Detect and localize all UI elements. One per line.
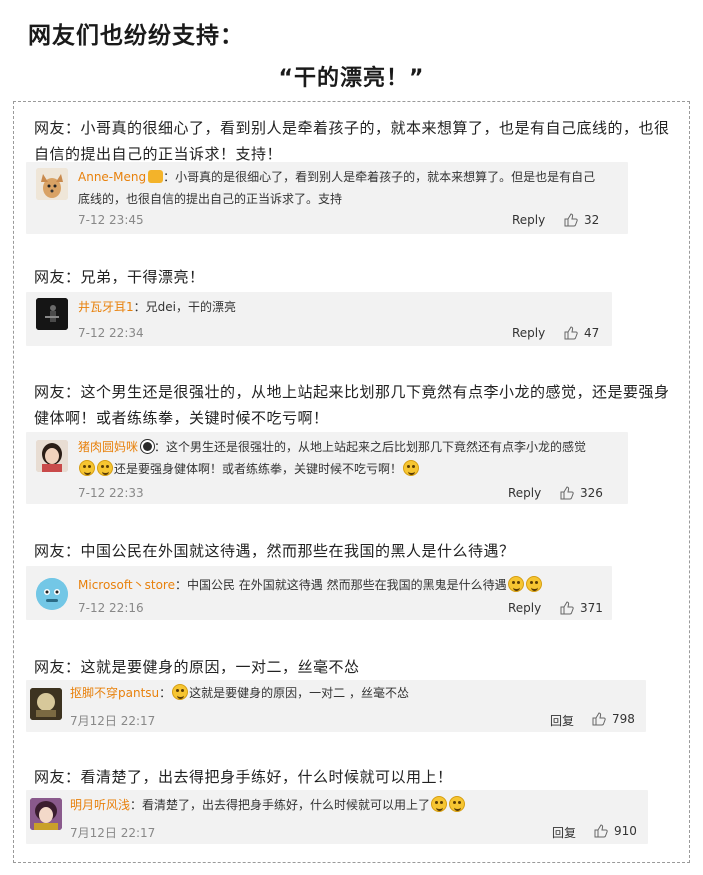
anime-avatar-icon: [30, 798, 62, 830]
shocked-emoji-icon: [449, 796, 466, 812]
username-link[interactable]: 猪肉圆妈咪: [78, 440, 138, 454]
member-badge-icon: [141, 440, 155, 453]
laugh-cry-emoji-icon: [79, 460, 95, 476]
shocked-emoji-icon: [431, 796, 448, 812]
like-button[interactable]: 47: [564, 326, 599, 340]
comment-date: 7-12 22:33: [78, 486, 144, 500]
weibo-comment-card-2: 井瓦牙耳1：兄dei，干的漂亮 7-12 22:34 Reply 47: [26, 292, 612, 346]
comment-text: ：小哥真的是很细心了，看到别人是牵着孩子的，就本来想算了。但是也是有自己: [163, 170, 596, 184]
page-heading: 网友们也纷纷支持：: [28, 23, 244, 49]
like-button[interactable]: 798: [592, 712, 635, 726]
comment-date: 7-12 22:16: [78, 601, 144, 615]
like-button[interactable]: 371: [560, 601, 603, 615]
avatar[interactable]: [30, 688, 62, 720]
reply-button[interactable]: Reply: [508, 486, 541, 500]
avatar[interactable]: [36, 168, 68, 200]
weibo-comment-card-6: 明月听风浅：看清楚了，出去得把身手练好，什么时候就可以用上了 7月12日 22:…: [26, 790, 648, 844]
girl-avatar-icon: [36, 440, 68, 472]
thumbs-up-icon: [564, 326, 578, 340]
comment-text: ：这个男生还是很强壮的，从地上站起来之后比划那几下竟然还有点李小龙的感觉: [154, 440, 587, 454]
comment-date: 7-12 23:45: [78, 213, 144, 227]
comments-frame: 网友：小哥真的很细心了，看到别人是牵着孩子的，就本来想算了，也是有自己底线的，也…: [13, 101, 690, 863]
username-link[interactable]: 抠脚不穿pantsu: [70, 686, 159, 700]
avatar[interactable]: [36, 298, 68, 330]
cartoon-avatar-icon: [30, 688, 62, 720]
weibo-comment-card-5: 抠脚不穿pantsu： 这就是要健身的原因，一对二 ，丝毫不怂 7月12日 22:…: [26, 680, 646, 732]
comment-date: 7月12日 22:17: [70, 826, 156, 840]
comment-date: 7-12 22:34: [78, 326, 144, 340]
weibo-comment-card-1: Anne-Meng ：小哥真的是很细心了，看到别人是牵着孩子的，就本来想算了。但是…: [26, 162, 628, 234]
comment-text: ：中国公民 在外国就这待遇 然而那些在我国的黑鬼是什么待遇: [174, 578, 507, 592]
like-button[interactable]: 326: [560, 486, 603, 500]
like-count: 32: [584, 213, 600, 227]
dog-avatar-icon: [36, 168, 68, 200]
like-button[interactable]: 32: [564, 213, 599, 227]
grin-emoji-icon: [403, 460, 420, 476]
reply-button[interactable]: 回复: [550, 712, 574, 729]
like-count: 371: [580, 601, 603, 615]
monster-avatar-icon: [36, 578, 68, 610]
netizen-comment-4: 网友：中国公民在外国就这待遇，然而那些在我国的黑人是什么待遇？: [34, 542, 515, 560]
netizen-comment-6: 网友：看清楚了，出去得把身手练好，什么时候就可以用上！: [34, 768, 453, 786]
thumbs-up-icon: [592, 712, 606, 726]
username-link[interactable]: 明月听风浅: [70, 798, 130, 812]
reply-button[interactable]: Reply: [512, 326, 545, 340]
netizen-comment-1: 网友：小哥真的很细心了，看到别人是牵着孩子的，就本来想算了，也是有自己底线的，也…: [34, 119, 670, 163]
reply-button[interactable]: Reply: [512, 213, 545, 227]
like-count: 798: [612, 712, 635, 726]
comment-text: ：兄dei，干的漂亮: [133, 300, 236, 314]
thumbs-up-icon: [564, 213, 578, 227]
thumbs-up-icon: [560, 486, 574, 500]
netizen-comment-2: 网友：兄弟，干得漂亮！: [34, 268, 205, 286]
username-link[interactable]: 井瓦牙耳1: [78, 300, 134, 314]
username-link[interactable]: Microsoft丶store: [78, 578, 175, 592]
netizen-comment-5: 网友：这就是要健身的原因，一对二，丝毫不怂: [34, 658, 360, 676]
grin-emoji-icon: [525, 576, 542, 592]
like-count: 326: [580, 486, 603, 500]
comment-text: ：看清楚了，出去得把身手练好，什么时候就可以用上了: [130, 798, 431, 812]
comment-text-line2: 底线的，也很自信的提出自己的正当诉求了。支持: [78, 192, 343, 206]
comment-date: 7月12日 22:17: [70, 714, 156, 728]
weibo-comment-card-3: 猪肉圆妈咪 ：这个男生还是很强壮的，从地上站起来之后比划那几下竟然还有点李小龙的感…: [26, 432, 628, 504]
weibo-comment-card-4: Microsoft丶store：中国公民 在外国就这待遇 然而那些在我国的黑鬼是…: [26, 566, 612, 620]
page-subheading: “干的漂亮！”: [278, 66, 425, 91]
nerd-emoji-icon: [172, 684, 189, 700]
thumbs-up-icon: [560, 601, 574, 615]
netizen-comment-3: 网友：这个男生还是很强壮的，从地上站起来比划那几下竟然有点李小龙的感觉，还是要强…: [34, 383, 670, 427]
avatar[interactable]: [36, 578, 68, 610]
vip-badge-icon: [148, 170, 164, 183]
like-count: 47: [584, 326, 600, 340]
avatar[interactable]: [36, 440, 68, 472]
reply-button[interactable]: 回复: [552, 824, 576, 841]
laugh-cry-emoji-icon: [97, 460, 113, 476]
avatar[interactable]: [30, 798, 62, 830]
comment-text-line2: 还是要强身健体啊！或者练练拳，关键时候不吃亏啊！: [114, 462, 403, 476]
thumbs-up-icon: [594, 824, 608, 838]
reply-button[interactable]: Reply: [508, 601, 541, 615]
guitar-player-avatar-icon: [36, 298, 68, 330]
grin-emoji-icon: [507, 576, 524, 592]
comment-text: 这就是要健身的原因，一对二 ，丝毫不怂: [189, 686, 409, 700]
like-count: 910: [614, 824, 637, 838]
username-link[interactable]: Anne-Meng: [78, 170, 146, 184]
like-button[interactable]: 910: [594, 824, 637, 838]
